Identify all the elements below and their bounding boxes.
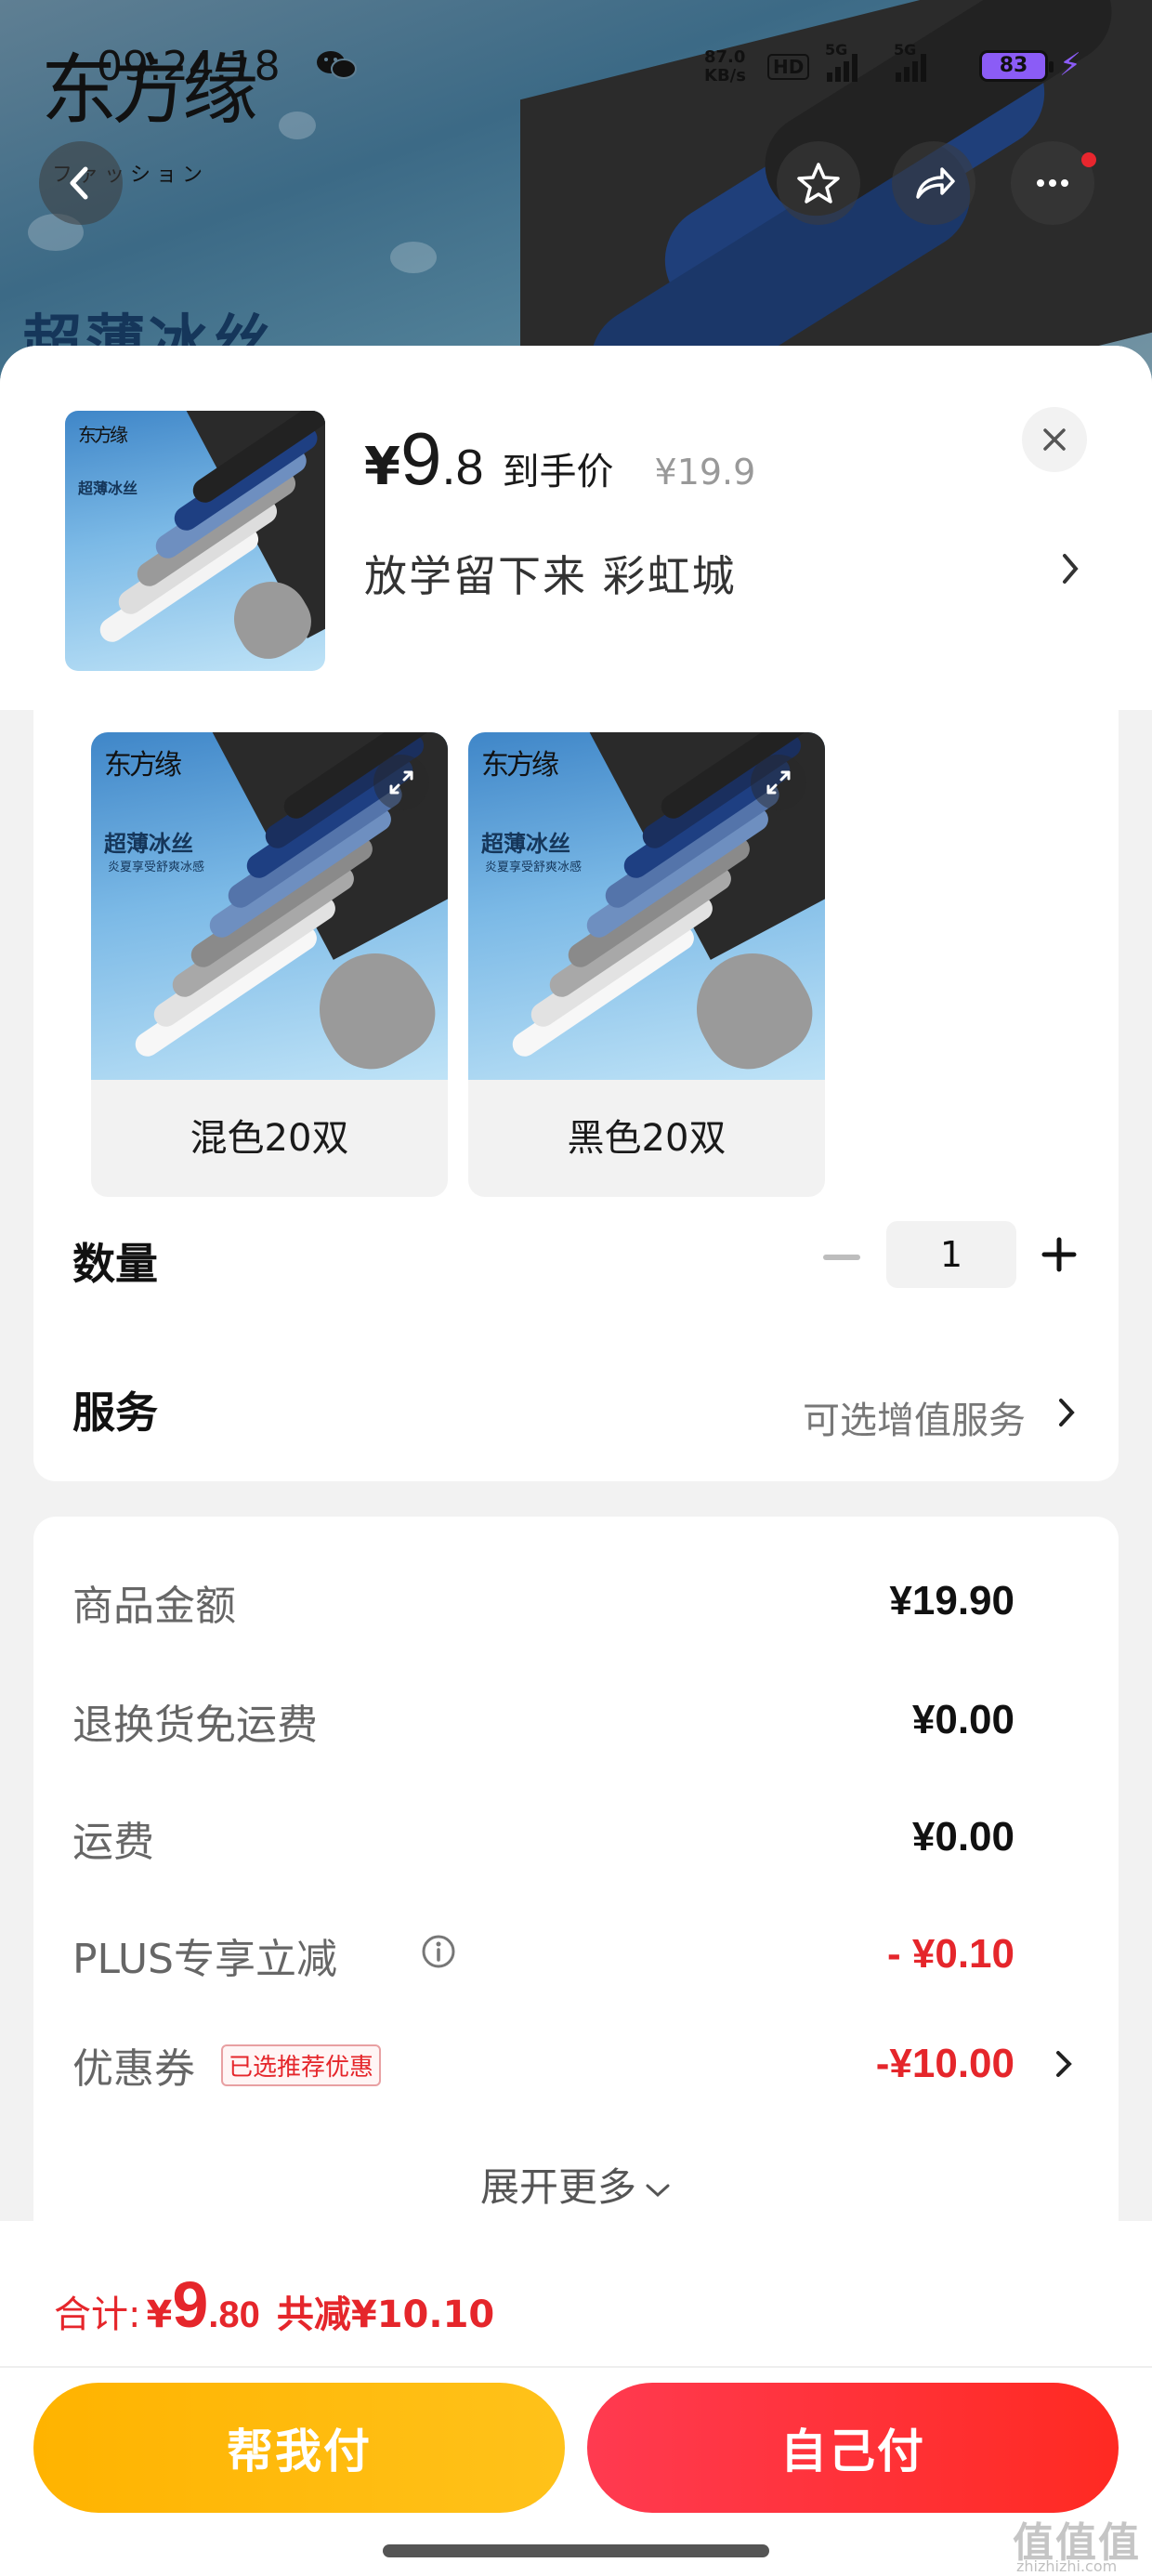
fee-value: ¥19.90: [889, 1578, 1015, 1623]
back-button[interactable]: [39, 141, 123, 225]
quantity-decrease-button[interactable]: [823, 1255, 860, 1260]
checkout-bar: 合计: ¥ 9 .80 共减¥10.10 帮我付 自己付 值值值 zhizhiz…: [0, 2221, 1152, 2576]
hd-badge: HD: [767, 54, 810, 80]
thumb-tagline: 超薄冰丝: [78, 480, 138, 497]
fee-row-shipping: 运费 ¥0.00: [72, 1808, 1076, 1883]
expand-more-label: 展开更多: [479, 2164, 636, 2210]
fee-value: ¥0.00: [911, 1697, 1015, 1742]
ice-decoration: [390, 242, 437, 273]
total-summary: 合计: ¥ 9 .80 共减¥10.10: [54, 2267, 494, 2342]
expand-icon: [766, 770, 791, 795]
thumb-tagline: 超薄冰丝: [481, 831, 570, 857]
network-speed: 87.0 KB/s: [704, 47, 746, 85]
watermark-url: zhizhizhi.com: [1016, 2557, 1118, 2575]
wechat-icon: [317, 51, 357, 79]
star-icon: [797, 163, 840, 204]
chevron-down-icon: [646, 2184, 670, 2197]
share-icon: [916, 167, 955, 199]
option-label: 黑色20双: [567, 1117, 727, 1160]
fee-key: 商品金额: [72, 1583, 236, 1630]
status-time: 09:24:18: [97, 43, 281, 90]
total-symbol: ¥: [146, 2293, 173, 2336]
more-dots-icon: [1037, 179, 1068, 187]
charging-icon: ⚡: [1059, 46, 1081, 84]
fee-key: PLUS专享立减: [72, 1936, 337, 1983]
price-row: ¥ 9 .8 到手价 ¥19.9: [364, 416, 755, 502]
close-icon: [1043, 428, 1066, 451]
favorite-button[interactable]: [777, 141, 860, 225]
total-label: 合计:: [54, 2293, 141, 2336]
quantity-input[interactable]: 1: [886, 1221, 1016, 1288]
total-integer: 9: [172, 2268, 209, 2341]
chevron-right-icon[interactable]: [1052, 2048, 1076, 2080]
service-label: 服务: [72, 1387, 158, 1438]
price-symbol: ¥: [364, 437, 400, 497]
close-button[interactable]: [1022, 407, 1087, 472]
chevron-right-icon[interactable]: [1055, 550, 1085, 587]
info-icon[interactable]: [420, 1933, 457, 1970]
total-decimal: .80: [208, 2294, 260, 2335]
quantity-label: 数量: [72, 1239, 158, 1289]
fee-value: - ¥0.10: [887, 1931, 1015, 1977]
thumb-brand: 东方缘: [481, 749, 559, 782]
original-price: ¥19.9: [654, 452, 756, 493]
fee-key: 运费: [72, 1819, 154, 1866]
total-saved: 共减¥10.10: [276, 2293, 495, 2336]
signal-label: 5G: [894, 41, 917, 59]
options-card: 东方缘 超薄冰丝 炎夏享受舒爽冰感 混色20双 东方缘 超薄冰丝 炎夏享受舒爽冰…: [33, 710, 1119, 1481]
sheet-header: 东方缘 超薄冰丝 ¥ 9 .8 到手价 ¥19.9 放学留下来 彩虹城: [0, 346, 1152, 710]
fee-row-plus-discount: PLUS专享立减 - ¥0.10: [72, 1925, 1076, 2000]
selected-variant[interactable]: 放学留下来 彩虹城: [364, 543, 737, 604]
home-indicator[interactable]: [383, 2544, 769, 2557]
signal-icon: 5G: [825, 41, 857, 82]
status-bar: 09:24:18 87.0 KB/s HD 5G 5G 83 ⚡: [0, 37, 1152, 102]
fee-row-return-shipping: 退换货免运费 ¥0.00: [72, 1691, 1076, 1766]
fee-key: 退换货免运费: [72, 1702, 318, 1749]
share-button[interactable]: [892, 141, 975, 225]
thumb-subtag: 炎夏享受舒爽冰感: [108, 861, 205, 874]
fee-value: -¥10.00: [875, 2041, 1015, 2086]
option-black-20[interactable]: 东方缘 超薄冰丝 炎夏享受舒爽冰感 黑色20双: [468, 732, 825, 1197]
price-label: 到手价: [502, 451, 614, 493]
sock-pack-image: 东方缘 超薄冰丝: [65, 411, 325, 671]
battery-icon: 83: [979, 50, 1054, 82]
help-pay-button[interactable]: 帮我付: [33, 2383, 565, 2513]
fee-row-subtotal: 商品金额 ¥19.90: [72, 1572, 1076, 1647]
self-pay-button[interactable]: 自己付: [587, 2383, 1119, 2513]
fee-row-coupon[interactable]: 优惠券 已选推荐优惠 -¥10.00: [72, 2035, 1076, 2109]
price-decimal: .8: [441, 440, 484, 495]
signal-icon: 5G: [894, 41, 926, 82]
zoom-button[interactable]: [751, 755, 806, 810]
chevron-right-icon[interactable]: [1054, 1396, 1080, 1429]
thumb-subtag: 炎夏享受舒爽冰感: [485, 861, 583, 874]
fee-key: 优惠券: [72, 2045, 195, 2093]
option-label: 混色20双: [190, 1117, 349, 1160]
expand-icon: [389, 770, 413, 795]
signal-label: 5G: [825, 41, 848, 59]
quantity-increase-button[interactable]: [1041, 1236, 1078, 1273]
thumb-brand: 东方缘: [78, 424, 128, 446]
expand-more-button[interactable]: 展开更多: [33, 2156, 1119, 2213]
coupon-tag: 已选推荐优惠: [221, 2044, 382, 2086]
chevron-left-icon: [70, 166, 88, 200]
zoom-button[interactable]: [373, 755, 429, 810]
service-value[interactable]: 可选增值服务: [803, 1390, 1026, 1444]
ice-decoration: [279, 112, 316, 139]
price-integer: 9: [399, 417, 442, 500]
product-thumbnail[interactable]: 东方缘 超薄冰丝: [65, 411, 325, 671]
thumb-tagline: 超薄冰丝: [104, 831, 193, 857]
thumb-brand: 东方缘: [104, 749, 182, 782]
fee-value: ¥0.00: [911, 1814, 1015, 1860]
option-mixed-20[interactable]: 东方缘 超薄冰丝 炎夏享受舒爽冰感 混色20双: [91, 732, 448, 1197]
more-button[interactable]: [1011, 141, 1094, 225]
divider: [0, 2366, 1152, 2368]
notification-dot: [1081, 152, 1096, 167]
